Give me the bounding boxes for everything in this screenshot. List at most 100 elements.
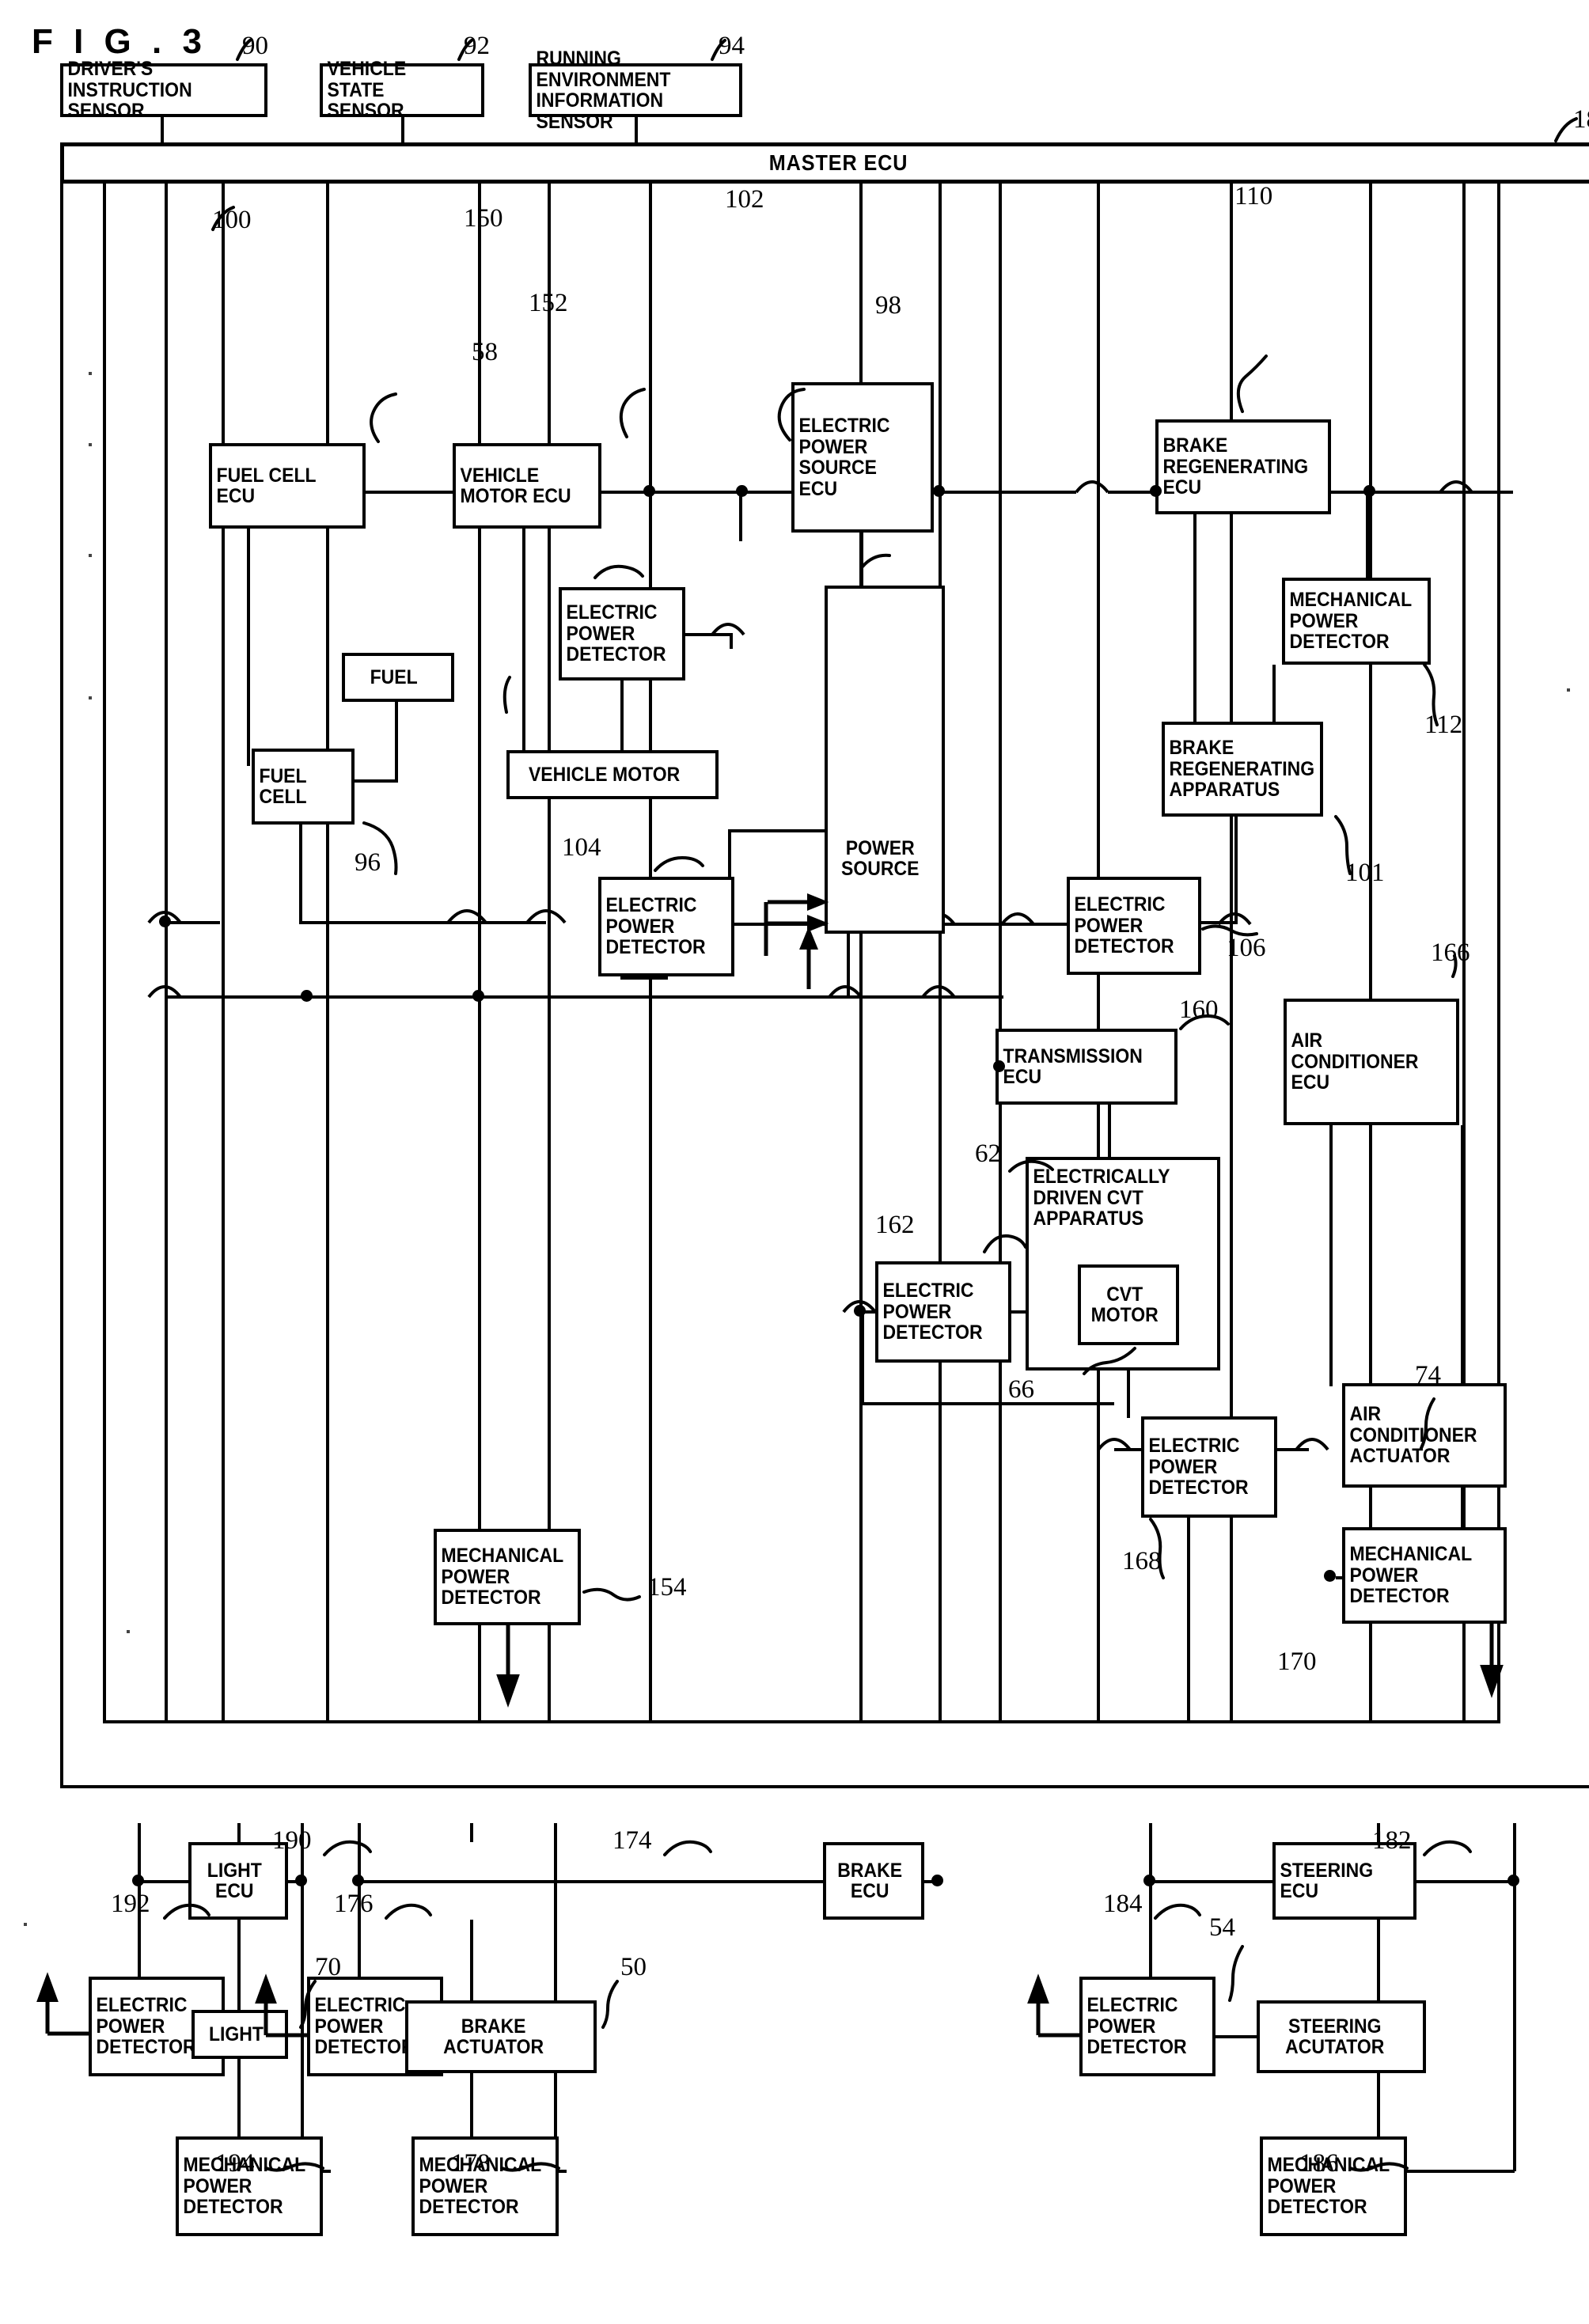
ref-170: 170: [1277, 1647, 1317, 1676]
master-ecu-box: MASTER ECU: [60, 142, 1589, 184]
ref-174: 174: [612, 1826, 652, 1855]
junction-dot-steer-left: [1143, 1875, 1155, 1886]
wire-vmecu-down: [522, 529, 525, 756]
brake-regenerating-ecu-box: BRAKE REGENERATING ECU: [1155, 419, 1331, 514]
electric-power-detector-192-label: ELECTRIC POWER DETECTOR: [96, 1994, 196, 2059]
outer-frame-left-wall: [60, 184, 63, 1788]
ref-190: 190: [272, 1826, 312, 1855]
fuel-label: FUEL: [370, 665, 418, 688]
fuel-cell-ecu-box: FUEL CELL ECU: [209, 443, 366, 529]
ref-168: 168: [1122, 1547, 1162, 1575]
wire-brakeecu-down: [470, 1920, 473, 2002]
electric-power-detector-162-label: ELECTRIC POWER DETECTOR: [882, 1280, 983, 1344]
vehicle-motor-label: VEHICLE MOTOR: [528, 763, 681, 786]
wire-epd184-up: [1149, 1902, 1152, 1978]
wire-mpd154-up2: [548, 995, 551, 1530]
outer-frame-bottom-bar-top: [60, 1785, 1589, 1788]
ref-150: 150: [464, 204, 503, 233]
patent-figure-sheet: F I G . 3 DRIVER'S INSTRUCTION SENSOR VE…: [0, 0, 1589, 2324]
wire-bra-down: [1234, 817, 1238, 923]
wire-epd184-right: [1215, 2035, 1258, 2038]
cvt-motor-label: CVT MOTOR: [1090, 1283, 1159, 1326]
electric-power-detector-168-box: ELECTRIC POWER DETECTOR: [1141, 1416, 1277, 1518]
junction-dot-brake-right: [931, 1875, 943, 1886]
ref-50: 50: [620, 1953, 647, 1981]
wire-104-top: [728, 829, 828, 832]
comm-bus-row1-left: [366, 491, 453, 494]
wire-168-right: [1277, 1448, 1309, 1451]
junction-dot-r1-c: [933, 485, 945, 497]
junction-dot-steer-right: [1507, 1875, 1519, 1886]
inner-frame-bottom-bar: [103, 1720, 1500, 1723]
ref-70: 70: [315, 1953, 341, 1981]
drivers-instruction-sensor-box: DRIVER'S INSTRUCTION SENSOR: [60, 59, 267, 121]
brake-ecu-label: BRAKE ECU: [837, 1859, 903, 1902]
running-environment-information-sensor-label: RUNNING ENVIRONMENT INFORMATION SENSOR: [536, 47, 671, 133]
ref-98: 98: [875, 291, 901, 320]
ref-102: 102: [725, 185, 764, 214]
figure-title: F I G . 3: [32, 22, 207, 61]
wire-fuelcell-down: [299, 825, 302, 924]
ref-104: 104: [562, 833, 601, 862]
ref-101: 101: [1345, 859, 1385, 887]
mid-rail: [165, 995, 1003, 999]
vehicle-motor-box: VEHICLE MOTOR: [506, 750, 719, 799]
wire-lightecu-down: [237, 1920, 241, 2010]
wire-152-to-motor: [620, 681, 624, 752]
mechanical-power-detector-112-label: MECHANICAL POWER DETECTOR: [1289, 589, 1413, 654]
running-environment-information-sensor-box: RUNNING ENVIRONMENT INFORMATION SENSOR: [529, 48, 742, 132]
ref-106: 106: [1227, 934, 1266, 962]
wire-ps-bottom: [847, 934, 850, 997]
fuel-box: FUEL: [342, 653, 454, 702]
wire-162-up: [939, 1105, 942, 1263]
wire-162-bottom-v: [861, 1310, 864, 1405]
ref-58: 58: [472, 338, 498, 366]
electric-power-detector-152-label: ELECTRIC POWER DETECTOR: [566, 601, 666, 666]
wire-162-right: [1011, 1310, 1027, 1314]
scan-speck: [24, 1923, 27, 1926]
drivers-instruction-sensor-label: DRIVER'S INSTRUCTION SENSOR: [67, 58, 192, 123]
light-label: LIGHT: [208, 2023, 264, 2045]
comm-bus-row1-right-a: [934, 491, 1076, 494]
electric-power-detector-106-box: ELECTRIC POWER DETECTOR: [1067, 877, 1201, 975]
junction-dot-mpd154: [472, 990, 484, 1002]
ref-160: 160: [1179, 995, 1219, 1024]
mechanical-power-detector-112-box: MECHANICAL POWER DETECTOR: [1282, 578, 1431, 665]
junction-dot-light-left: [132, 1875, 144, 1886]
ref-194: 194: [215, 2149, 255, 2178]
scan-speck: [1567, 688, 1570, 692]
wire-bottom-v2: [237, 1823, 241, 1842]
brake-regenerating-apparatus-box: BRAKE REGENERATING APPARATUS: [1162, 722, 1323, 817]
wire-152-right-v: [730, 633, 733, 649]
ref-182: 182: [1372, 1826, 1412, 1855]
ref-94: 94: [719, 32, 745, 60]
ref-162: 162: [875, 1211, 915, 1239]
mechanical-power-detector-170-label: MECHANICAL POWER DETECTOR: [1349, 1543, 1473, 1608]
junction-dot-r1-d: [1150, 485, 1162, 497]
brake-regenerating-ecu-label: BRAKE REGENERATING ECU: [1162, 434, 1309, 499]
ref-54: 54: [1209, 1913, 1235, 1942]
bus-stub-row1-a: [739, 491, 742, 541]
wire-brakeecu-left: [359, 1880, 825, 1883]
electric-power-detector-106-label: ELECTRIC POWER DETECTOR: [1074, 893, 1174, 958]
wire-acecu-right-down: [1461, 1125, 1464, 1386]
wire-104-bottom: [620, 976, 668, 980]
junction-dot-162: [854, 1305, 866, 1317]
junction-dot-r1-b: [736, 485, 748, 497]
wire-light-down: [237, 2059, 241, 2138]
wire-acecu-down: [1329, 1125, 1333, 1386]
electric-power-detector-184-box: ELECTRIC POWER DETECTOR: [1079, 1977, 1215, 2076]
wire-mpd194-right: [323, 2170, 331, 2173]
steering-actuator-label: STEERING ACUTATOR: [1285, 2015, 1385, 2058]
air-conditioner-ecu-box: AIR CONDITIONER ECU: [1284, 999, 1459, 1125]
wire-168-left: [1114, 1448, 1143, 1451]
junction-dot-mpd170: [1324, 1570, 1336, 1582]
fuel-cell-box: FUEL CELL: [252, 749, 355, 825]
wire-trans-down: [1108, 1105, 1111, 1157]
wire-steerecu-left: [1151, 1880, 1274, 1883]
wire-brecu-down: [1193, 514, 1196, 722]
wire-steeract-down: [1377, 2073, 1380, 2138]
brake-regenerating-apparatus-label: BRAKE REGENERATING APPARATUS: [1169, 737, 1315, 802]
power-source-box: POWER SOURCE: [825, 586, 945, 934]
electric-power-detector-104-box: ELECTRIC POWER DETECTOR: [598, 877, 734, 976]
